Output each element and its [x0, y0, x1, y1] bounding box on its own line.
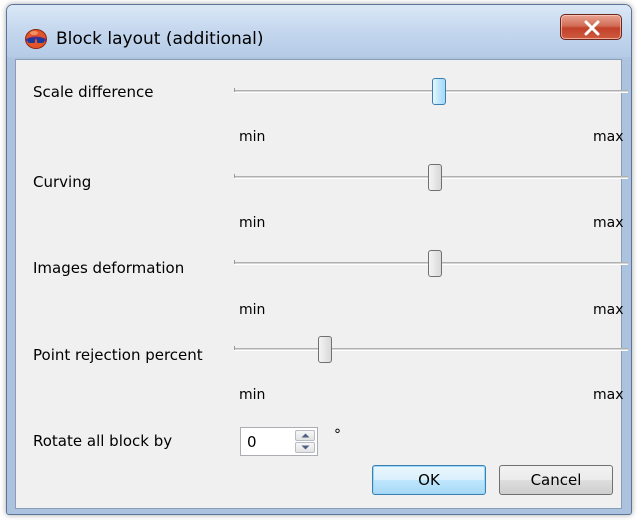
slider-thumb[interactable]: [432, 78, 446, 105]
slider-min-label: min: [239, 302, 266, 318]
slider-track[interactable]: [234, 88, 628, 93]
close-button[interactable]: [560, 14, 622, 40]
slider-max-label: max: [593, 215, 624, 231]
slider-label: Point rejection percent: [33, 346, 203, 364]
spin-down-button[interactable]: [295, 442, 315, 453]
degree-unit: °: [334, 427, 341, 443]
slider-label: Images deformation: [33, 259, 185, 277]
arrow-down-icon: [301, 445, 310, 450]
window-title: Block layout (additional): [56, 29, 264, 49]
slider-label: Scale difference: [33, 83, 154, 101]
slider-min-label: min: [239, 215, 266, 231]
title-bar[interactable]: Block layout (additional): [7, 5, 631, 57]
slider-track[interactable]: [234, 346, 628, 351]
slider-thumb[interactable]: [428, 164, 442, 191]
slider-min-label: min: [239, 387, 266, 403]
ok-button[interactable]: OK: [372, 465, 486, 495]
cancel-button[interactable]: Cancel: [499, 465, 613, 495]
slider-max-label: max: [593, 129, 624, 145]
slider-max-label: max: [593, 387, 624, 403]
slider-max-label: max: [593, 302, 624, 318]
app-logo-icon: [24, 28, 48, 50]
slider-thumb[interactable]: [318, 336, 332, 363]
slider-thumb[interactable]: [428, 250, 442, 277]
slider-min-label: min: [239, 129, 266, 145]
close-icon: [584, 20, 600, 36]
spin-buttons: [295, 430, 315, 453]
rotate-label: Rotate all block by: [33, 432, 173, 450]
dialog-window: Block layout (additional) Scale differen…: [6, 4, 632, 515]
dialog-body: Scale difference min max Curving min max…: [15, 59, 628, 509]
arrow-up-icon: [301, 433, 310, 438]
slider-label: Curving: [33, 173, 92, 191]
rotate-spinbox[interactable]: 0: [240, 427, 318, 456]
rotate-value-input[interactable]: 0: [247, 433, 257, 451]
spin-up-button[interactable]: [295, 430, 315, 441]
